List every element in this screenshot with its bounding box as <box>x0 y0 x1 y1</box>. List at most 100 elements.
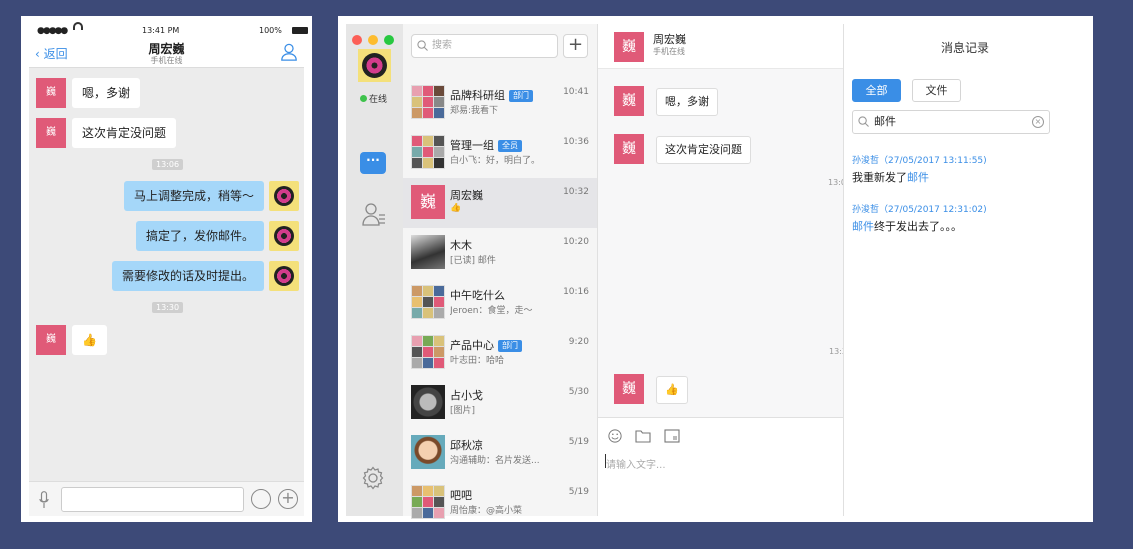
wifi-icon <box>73 22 83 30</box>
avatar <box>411 235 445 269</box>
folder-icon[interactable] <box>635 429 651 443</box>
message-bubble[interactable]: 需要修改的话及时提出。 <box>111 261 264 291</box>
list-item[interactable]: 邱秋凉 沟通辅助：名片发送... 5/19 <box>403 428 597 478</box>
search-icon <box>417 40 428 51</box>
conversation-list: 搜索 + 品牌科研组 部门 郑易:我看下 10:41 管理一组 全员 白小飞：好，明… <box>403 24 597 519</box>
timestamp: 13:30 <box>152 302 184 313</box>
list-item[interactable]: 中午吃什么 Jeroen：食堂，走～ 10:16 <box>403 278 597 328</box>
microphone-icon[interactable] <box>39 491 49 509</box>
conversation-name: 品牌科研组 部门 <box>450 87 533 103</box>
online-status[interactable]: 在线 <box>360 92 387 105</box>
tab-files[interactable]: 文件 <box>912 79 961 102</box>
message-bubble[interactable]: 👍 <box>656 376 688 404</box>
list-item[interactable]: 产品中心 部门 叶志田：哈哈 9:20 <box>403 328 597 378</box>
search-highlight: 邮件 <box>852 220 874 233</box>
avatar <box>411 435 445 469</box>
minimize-window-button[interactable] <box>368 35 378 45</box>
conversation-preview: 周怡康：@高小菜 <box>450 506 523 516</box>
list-item[interactable]: 管理一组 全员 白小飞：好，明白了。 10:36 <box>403 128 597 178</box>
list-item[interactable]: 占小戈 [图片] 5/30 <box>403 378 597 428</box>
conversation-preview: 白小飞：好，明白了。 <box>450 156 541 166</box>
result-meta: 孙浚哲（27/05/2017 12:31:02) <box>852 205 987 215</box>
result-text[interactable]: 我重新发了邮件 <box>852 169 929 185</box>
search-input[interactable]: 搜索 <box>411 34 558 58</box>
result-text[interactable]: 邮件终于发出去了。。。 <box>852 218 962 234</box>
signal-icon: ●●●●● <box>37 26 68 36</box>
conversation-name: 产品中心 部门 <box>450 337 522 353</box>
phone-screen: ●●●●● 13:41 PM 100% ‹ 返回 周宏巍 手机在线 巍 嗯，多谢… <box>21 16 312 522</box>
avatar[interactable]: 巍 <box>36 78 66 108</box>
battery-icon <box>292 27 308 34</box>
conversation-time: 10:20 <box>563 237 589 247</box>
settings-gear-icon[interactable] <box>361 466 385 490</box>
message-bubble[interactable]: 马上调整完成，稍等～ <box>123 181 264 211</box>
message-bubble[interactable]: 这次肯定没问题 <box>72 118 177 148</box>
chat-panel: 巍 周宏巍 手机在线 巍 嗯，多谢 巍 这次肯定没问题 13:0 13:3 巍 … <box>597 24 847 516</box>
avatar[interactable] <box>269 261 299 291</box>
plus-icon[interactable]: + <box>278 489 298 509</box>
phone-chat-area[interactable]: 巍 嗯，多谢 巍 这次肯定没问题 13:06 马上调整完成，稍等～ 搞定了，发你… <box>29 68 304 481</box>
conversation-time: 9:20 <box>568 337 589 347</box>
conversation-preview: 郑易:我看下 <box>450 106 499 116</box>
clear-icon[interactable]: × <box>1032 116 1044 128</box>
result-meta: 孙浚哲（27/05/2017 13:11:55) <box>852 156 987 166</box>
conversation-time: 10:36 <box>563 137 589 147</box>
close-window-button[interactable] <box>352 35 362 45</box>
list-item[interactable]: 木木 [已读] 邮件 10:20 <box>403 228 597 278</box>
avatar[interactable] <box>269 221 299 251</box>
history-title: 消息记录 <box>940 41 989 55</box>
messages-icon[interactable]: ··· <box>360 152 386 174</box>
add-button[interactable]: + <box>563 34 588 58</box>
avatar[interactable]: 巍 <box>614 86 644 116</box>
conversation-name: 中午吃什么 <box>450 289 505 302</box>
list-item-selected[interactable]: 巍 周宏巍 👍 10:32 <box>403 178 597 228</box>
emoji-icon[interactable] <box>607 429 623 443</box>
group-avatar <box>411 485 445 519</box>
chat-contact-status: 手机在线 <box>653 47 685 56</box>
conversation-preview: Jeroen：食堂，走～ <box>450 306 533 316</box>
avatar <box>411 385 445 419</box>
message-input[interactable] <box>61 487 244 512</box>
message-bubble[interactable]: 嗯，多谢 <box>656 88 718 116</box>
chat-header: 巍 周宏巍 手机在线 <box>598 24 844 69</box>
zoom-window-button[interactable] <box>384 35 394 45</box>
conversation-time: 10:41 <box>563 87 589 97</box>
emoji-icon[interactable] <box>251 489 271 509</box>
status-label: 在线 <box>369 95 388 105</box>
conversation-time: 10:16 <box>563 287 589 297</box>
search-highlight: 邮件 <box>907 171 929 184</box>
conversation-name: 管理一组 全员 <box>450 137 522 153</box>
list-item[interactable]: 品牌科研组 部门 郑易:我看下 10:41 <box>403 78 597 128</box>
history-search-input[interactable]: 邮件 × <box>852 110 1050 134</box>
avatar[interactable] <box>269 181 299 211</box>
user-profile-icon[interactable] <box>280 43 298 61</box>
group-avatar <box>411 135 445 169</box>
search-placeholder: 搜索 <box>432 40 452 51</box>
my-avatar[interactable] <box>358 49 391 82</box>
conversation-name: 吧吧 <box>450 489 472 502</box>
message-bubble[interactable]: 👍 <box>72 325 107 355</box>
message-bubble[interactable]: 嗯，多谢 <box>72 78 141 108</box>
message-input[interactable]: 请输入文字... <box>606 456 666 471</box>
avatar[interactable]: 巍 <box>36 325 66 355</box>
conversation-preview: 叶志田：哈哈 <box>450 356 505 366</box>
battery-percent: 100% <box>259 26 282 35</box>
history-search-value: 邮件 <box>874 115 896 128</box>
avatar[interactable]: 巍 <box>614 32 644 62</box>
list-item[interactable]: 吧吧 周怡康：@高小菜 5/19 <box>403 478 597 522</box>
message-bubble[interactable]: 搞定了，发你邮件。 <box>135 221 264 251</box>
tab-all[interactable]: 全部 <box>852 79 901 102</box>
contacts-icon[interactable] <box>361 201 387 227</box>
conversation-name: 周宏巍 <box>450 189 483 202</box>
avatar: 巍 <box>411 185 445 219</box>
message-bubble[interactable]: 这次肯定没问题 <box>656 136 751 164</box>
avatar[interactable]: 巍 <box>614 374 644 404</box>
history-panel: 消息记录 全部 文件 邮件 × 孙浚哲（27/05/2017 13:11:55)… <box>843 24 1085 516</box>
avatar[interactable]: 巍 <box>614 134 644 164</box>
avatar[interactable]: 巍 <box>36 118 66 148</box>
group-avatar <box>411 335 445 369</box>
conversation-time: 5/19 <box>568 487 589 497</box>
conversation-name: 邱秋凉 <box>450 439 483 452</box>
screenshot-icon[interactable] <box>664 429 680 443</box>
conversation-preview: 沟通辅助：名片发送... <box>450 456 540 466</box>
